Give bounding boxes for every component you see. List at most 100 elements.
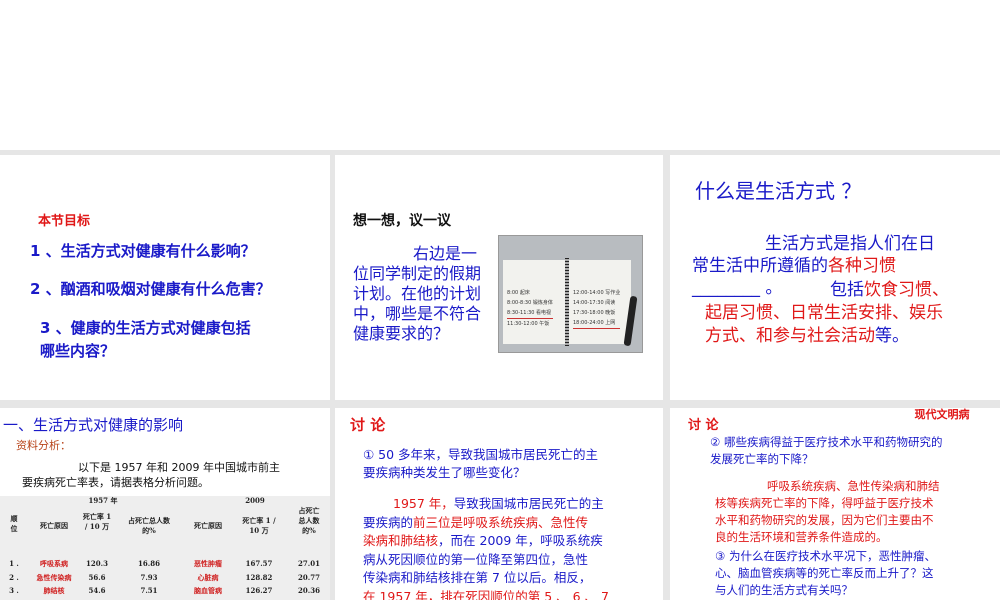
answer-line: 传染病和肺结核排在第 7 位以后。相反，	[363, 567, 591, 586]
cause-cell: 肺结核	[43, 586, 65, 595]
question-text: 要疾病种类发生了哪些变化？	[363, 465, 526, 480]
mortality-table: 1957 年 2009 顺位 死亡原因 死亡率 1 / 10 万 占死亡总人数的…	[0, 496, 330, 600]
value-cell: 16.86	[138, 559, 160, 568]
schedule-photo: 8:00 起床 8:00-8:30 锻炼身体 8:30-11:30 看电视 11…	[498, 235, 643, 353]
value-cell: 20.77	[298, 572, 320, 582]
rank-cell: 3 .	[9, 586, 19, 595]
answer-line: 要疾病的前三位是呼吸系统疾病、急性传	[363, 512, 588, 531]
slide-title: 讨 论	[688, 418, 719, 433]
rank-cell: 1 .	[9, 559, 19, 568]
text-segment: ，而在 2009 年，呼吸系统疾	[438, 533, 603, 548]
rank-cell: 2 .	[9, 572, 19, 582]
column-header: 占死亡总人数的%	[128, 516, 170, 535]
fill-blank: ________ 。	[692, 278, 783, 298]
text-segment: 导致我国城市居民死亡的主	[453, 496, 604, 511]
column-header: 顺位	[10, 514, 18, 533]
value-cell: 167.57	[245, 559, 273, 568]
activity: 看电视	[536, 310, 552, 316]
column-header: 死亡原因	[40, 521, 68, 530]
value-cell: 126.27	[245, 586, 273, 595]
time: 8:00-8:30	[507, 300, 532, 306]
slide-title: 一、生活方式对健康的影响	[3, 416, 184, 434]
objective-2: 2 、酗酒和吸烟对健康有什么危害？	[30, 280, 271, 298]
answer-line: 水平和药物研究的发展，因为它们主要由不	[715, 513, 934, 527]
question-text: 与人们的生活方式有关吗？	[715, 583, 853, 597]
section-label: 资料分析：	[16, 439, 71, 452]
answer-line: 染病和肺结核，而在 2009 年，呼吸系统疾	[363, 530, 603, 549]
slide-thumbnail-5[interactable]: 讨 论 ① 50 多年来，导致我国城市居民死亡的主 要疾病种类发生了哪些变化？ …	[335, 408, 663, 600]
activity: 锻炼身体	[532, 300, 553, 306]
slide-thumbnail-2[interactable]: 想一想，议一议 右边是一 位同学制定的假期 计划。在他的计划 中，哪些是不符合 …	[335, 155, 663, 400]
text-segment: 要疾病的	[363, 514, 414, 530]
answer-line: 在 1957 年，排在死因顺位的第 5 、 6 、 7	[363, 586, 609, 600]
value-cell: 120.3	[86, 559, 108, 568]
value-cell: 20.36	[298, 586, 320, 595]
cause-cell: 心脏病	[197, 572, 219, 582]
highlight-text: 起居习惯、日常生活安排、娱乐	[705, 303, 943, 323]
value-cell: 128.82	[245, 572, 273, 582]
question-text: ② 哪些疾病得益于医疗技术水平和药物研究的	[710, 435, 943, 449]
value-cell: 56.6	[88, 572, 106, 582]
text-line: 等。	[875, 326, 909, 346]
time: 12:00-14:00	[573, 290, 604, 296]
activity: 晚饭	[605, 310, 616, 316]
highlight-text: 染病和肺结核	[363, 533, 439, 548]
column-header: 死亡率 1 / 10 万	[242, 516, 276, 535]
column-header: 死亡原因	[194, 521, 222, 530]
highlight-text: 1957 年，	[393, 496, 454, 511]
objective-1: 1 、生活方式对健康有什么影响？	[30, 242, 256, 260]
highlight-text: 饮食习惯、	[864, 280, 949, 300]
text-segment: 病从死因顺位的第一位降至第四位，急性	[363, 551, 589, 567]
text-line: 以下是 1957 年和 2009 年中国城市前主	[78, 461, 280, 474]
question-text: ③ 为什么在医疗技术水平况下，恶性肿瘤、	[715, 549, 936, 563]
cause-cell: 急性传染病	[36, 572, 72, 582]
column-header: 死亡率 1 / 10 万	[82, 512, 112, 531]
highlight-text: 方式、和参与社会活动	[705, 326, 875, 346]
answer-line: 呼吸系统疾病、急性传染病和肺结	[767, 479, 940, 493]
year-header: 2009	[245, 496, 265, 505]
value-cell: 27.01	[298, 559, 320, 568]
text-line: 要疾病死亡率表，请据表格分析问题。	[22, 476, 209, 489]
text-line: 健康要求的？	[353, 324, 450, 343]
value-cell: 54.6	[88, 586, 106, 595]
text-segment: 传染病和肺结核排在第 7 位以后。相反，	[363, 570, 592, 585]
answer-line: 良的生活环境和营养条件造成的。	[715, 530, 888, 544]
activity: 午饭	[539, 321, 550, 327]
time: 8:30-11:30	[507, 310, 535, 316]
slide-title: 讨 论	[350, 416, 386, 434]
highlight-text: 在 1957 年，排在死因顺位的第 5 、 6 、 7	[363, 588, 609, 600]
slide-heading: 本节目标	[38, 214, 91, 229]
slide-thumbnail-1[interactable]: 本节目标 1 、生活方式对健康有什么影响？ 2 、酗酒和吸烟对健康有什么危害？ …	[0, 155, 330, 400]
cause-cell: 恶性肿瘤	[194, 559, 222, 568]
time: 8:00	[507, 290, 519, 296]
blank-top-area	[0, 0, 1000, 150]
time: 14:00-17:30	[573, 300, 604, 306]
activity: 上网	[605, 320, 616, 326]
text-line: 包括	[830, 280, 864, 300]
question-text: ① 50 多年来，导致我国城市居民死亡的主	[363, 447, 599, 462]
time: 11:30-12:00	[507, 321, 538, 327]
answer-line: 核等疾病死亡率的下降，得呼益于医疗技术	[715, 496, 934, 510]
cause-cell: 脑血管病	[194, 586, 222, 595]
slide-thumbnail-4[interactable]: 一、生活方式对健康的影响 资料分析： 以下是 1957 年和 2009 年中国城…	[0, 408, 330, 600]
slide-heading: 想一想，议一议	[353, 213, 451, 229]
slide-thumbnail-6[interactable]: 讨 论 现代文明病 ② 哪些疾病得益于医疗技术水平和药物研究的 发展死亡率的下降…	[670, 408, 1000, 600]
activity: 起床	[519, 290, 530, 296]
time: 17:30-18:00	[573, 310, 604, 316]
cause-cell: 呼吸系病	[40, 559, 68, 568]
year-header: 1957 年	[88, 496, 118, 505]
question-text: 发展死亡率的下降？	[710, 452, 814, 466]
time: 18:00-24:00	[573, 320, 604, 326]
highlight-text: 前三位是呼吸系统疾病、急性传	[413, 514, 589, 530]
value-cell: 7.93	[140, 572, 158, 582]
highlight-text: 各种习惯	[828, 256, 896, 276]
slide-thumbnail-3[interactable]: 什么是生活方式 ？ 生活方式是指人们在日 常生活中所遵循的各种习惯 ______…	[670, 155, 1000, 400]
question-text: 心、脑血管疾病等的死亡率反而上升了？这	[715, 566, 934, 580]
handwritten-note: 现代文明病	[914, 408, 970, 421]
value-cell: 7.51	[140, 586, 158, 595]
objective-3: 3 、健康的生活方式对健康包括	[40, 319, 251, 337]
activity: 阅读	[605, 300, 616, 306]
activity: 写作业	[605, 290, 621, 296]
answer-line: 病从死因顺位的第一位降至第四位，急性	[363, 549, 588, 568]
answer-line: 1957 年，导致我国城市居民死亡的主	[393, 493, 604, 512]
